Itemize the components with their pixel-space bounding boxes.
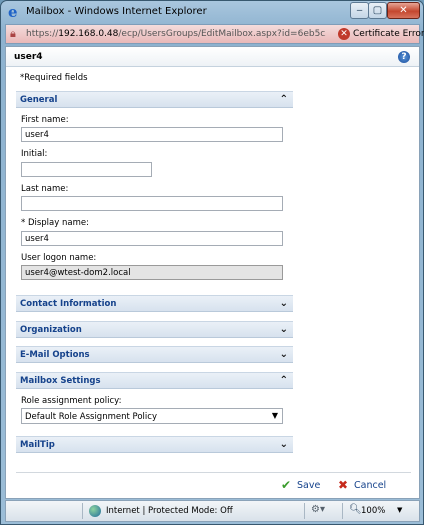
zoom-level[interactable]: 100% <box>361 506 385 516</box>
zoom-magnifier-icon[interactable]: 🔍︎ <box>349 504 362 515</box>
collapse-icon[interactable]: ⌃ <box>280 93 288 106</box>
protected-mode-tools-icon[interactable]: ⚙▾ <box>311 504 325 515</box>
section-email-options-header[interactable]: E-Mail Options ⌄ <box>16 346 293 363</box>
page-title: user4 <box>14 52 43 62</box>
address-bar[interactable]: 🔒︎ https://192.168.0.48/ecp/UsersGroups/… <box>5 24 424 44</box>
certificate-error-label[interactable]: Certificate Error <box>353 29 424 39</box>
role-assignment-policy-select[interactable]: Default Role Assignment Policy ▼ <box>21 408 283 424</box>
role-assignment-policy-value: Default Role Assignment Policy <box>25 412 157 422</box>
expand-icon[interactable]: ⌄ <box>280 438 288 451</box>
page-content: user4 ? *Required fields General ⌃ First… <box>5 46 420 499</box>
status-separator <box>304 503 305 519</box>
first-name-label: First name: <box>21 115 69 125</box>
certificate-error-icon[interactable]: ✕ <box>338 28 350 40</box>
status-bar: Internet | Protected Mode: Off ⚙▾ 🔍︎ 100… <box>5 500 420 522</box>
expand-icon[interactable]: ⌄ <box>280 323 288 336</box>
title-bar: e Mailbox - Windows Internet Explorer ‒ … <box>1 1 423 23</box>
last-name-input[interactable] <box>21 196 283 211</box>
checkmark-icon: ✔ <box>281 478 292 492</box>
help-icon[interactable]: ? <box>398 51 410 63</box>
save-label: Save <box>297 480 321 491</box>
initial-input[interactable] <box>21 162 152 177</box>
section-mailbox-settings-label: Mailbox Settings <box>20 376 101 386</box>
display-name-input[interactable]: user4 <box>21 231 283 246</box>
maximize-button[interactable]: ▢ <box>368 2 387 19</box>
expand-icon[interactable]: ⌄ <box>280 297 288 310</box>
user-logon-name-input: user4@wtest-dom2.local <box>21 265 283 280</box>
url-prefix: https:// <box>26 29 59 39</box>
initial-label: Initial: <box>21 149 48 159</box>
cancel-label: Cancel <box>354 480 387 491</box>
footer-divider <box>16 472 411 473</box>
cancel-x-icon: ✖ <box>338 478 349 492</box>
page-header: user4 ? <box>6 47 419 67</box>
last-name-label: Last name: <box>21 184 69 194</box>
section-contact-header[interactable]: Contact Information ⌄ <box>16 295 293 312</box>
browser-window: e Mailbox - Windows Internet Explorer ‒ … <box>0 0 424 525</box>
status-separator <box>342 503 343 519</box>
role-assignment-policy-label: Role assignment policy: <box>21 396 122 406</box>
cancel-button[interactable]: ✖ Cancel <box>338 478 398 494</box>
close-button[interactable]: ✕ <box>387 2 420 19</box>
dropdown-arrow-icon[interactable]: ▼ <box>272 411 278 420</box>
section-mailtip-header[interactable]: MailTip ⌄ <box>16 436 293 453</box>
section-mailbox-settings-header[interactable]: Mailbox Settings ⌃ <box>16 372 293 389</box>
first-name-input[interactable]: user4 <box>21 127 283 142</box>
section-general-header[interactable]: General ⌃ <box>16 91 293 108</box>
section-organization-label: Organization <box>20 325 82 335</box>
required-fields-note: *Required fields <box>20 73 88 83</box>
collapse-icon[interactable]: ⌃ <box>280 374 288 387</box>
status-separator <box>82 503 83 519</box>
ie-logo-icon: e <box>8 3 18 21</box>
lock-icon: 🔒︎ <box>10 27 16 40</box>
section-mailtip-label: MailTip <box>20 440 55 450</box>
display-name-label: * Display name: <box>21 218 89 228</box>
window-title: Mailbox - Windows Internet Explorer <box>26 6 207 17</box>
url-host: 192.168.0.48 <box>58 29 119 39</box>
section-contact-label: Contact Information <box>20 299 117 309</box>
url-path: /ecp/UsersGroups/EditMailbox.aspx?id=6eb… <box>118 29 326 39</box>
internet-zone-globe-icon <box>89 505 101 517</box>
expand-icon[interactable]: ⌄ <box>280 348 288 361</box>
section-email-options-label: E-Mail Options <box>20 350 90 360</box>
save-button[interactable]: ✔ Save <box>281 478 331 494</box>
minimize-button[interactable]: ‒ <box>350 2 369 19</box>
zoom-dropdown-icon[interactable]: ▼ <box>397 506 402 514</box>
url-text[interactable]: https://192.168.0.48/ecp/UsersGroups/Edi… <box>26 29 326 39</box>
section-organization-header[interactable]: Organization ⌄ <box>16 321 293 338</box>
user-logon-name-label: User logon name: <box>21 253 97 263</box>
security-zone-text[interactable]: Internet | Protected Mode: Off <box>106 506 233 516</box>
section-general-label: General <box>20 95 58 105</box>
